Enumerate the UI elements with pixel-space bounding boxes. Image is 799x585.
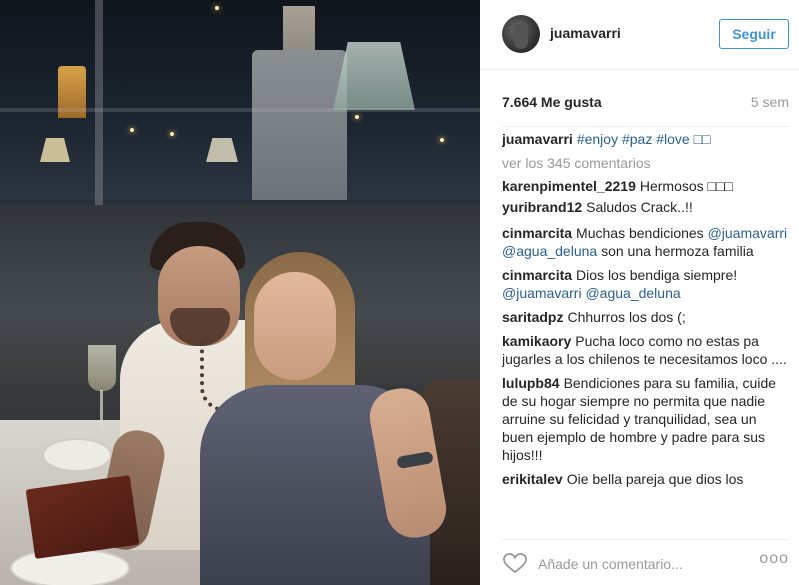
city-light: [440, 138, 444, 142]
comment: cinmarcita Dios los bendiga siempre! @jua…: [502, 266, 789, 302]
comments-list: juamavarri #enjoy #paz #love □□ ver los 3…: [502, 130, 789, 530]
caption: juamavarri #enjoy #paz #love □□: [502, 130, 789, 148]
comment-text: Dios los bendiga siempre!: [576, 267, 738, 283]
comment-text: Chhurros los dos (;: [567, 309, 686, 325]
comment-author[interactable]: karenpimentel_2219: [502, 178, 636, 194]
city-light: [170, 132, 174, 136]
wine-glass: [88, 345, 116, 391]
more-options-icon[interactable]: ooo: [759, 550, 789, 568]
comment-author[interactable]: juamavarri: [502, 131, 573, 147]
comment-author[interactable]: kamikaory: [502, 333, 571, 349]
city-light: [130, 128, 134, 132]
comment-author[interactable]: yuribrand12: [502, 199, 582, 215]
caption-text[interactable]: #enjoy #paz #love □□: [577, 131, 711, 147]
comment-footer: ooo: [502, 539, 789, 585]
city-light: [355, 115, 359, 119]
comment: yuribrand12 Saludos Crack..!!: [502, 198, 789, 216]
comment-text: Hermosos □□□: [639, 178, 733, 194]
avatar[interactable]: [502, 15, 540, 53]
window-frame-horizontal: [0, 108, 480, 112]
comment-text-rest: son una hermoza familia: [601, 243, 754, 259]
post-age[interactable]: 5 sem: [751, 94, 789, 110]
menu-book: [25, 475, 140, 559]
comment-author[interactable]: lulupb84: [502, 375, 560, 391]
likes-count[interactable]: 7.664 Me gusta: [502, 94, 602, 110]
plate: [42, 438, 112, 472]
post-photo[interactable]: [0, 0, 480, 585]
comment-author[interactable]: erikitalev: [502, 471, 563, 487]
add-comment-input[interactable]: [538, 554, 743, 574]
comment: saritadpz Chhurros los dos (;: [502, 308, 789, 326]
comment: erikitalev Oie bella pareja que dios los: [502, 470, 789, 488]
wine-glass-stem: [100, 390, 103, 430]
view-all-comments-link[interactable]: ver los 345 comentarios: [502, 154, 789, 172]
comment-author[interactable]: saritadpz: [502, 309, 563, 325]
post-sidebar: juamavarri Seguir 7.664 Me gusta 5 sem j…: [480, 0, 799, 585]
comment-text: Oie bella pareja que dios los: [566, 471, 744, 487]
username[interactable]: juamavarri: [550, 25, 621, 41]
comment-author[interactable]: cinmarcita: [502, 267, 572, 283]
likes-row: 7.664 Me gusta 5 sem: [502, 94, 789, 114]
comment: karenpimentel_2219 Hermosos □□□: [502, 177, 789, 195]
comment-mentions[interactable]: @juamavarri @agua_deluna: [502, 285, 681, 301]
comment: lulupb84 Bendiciones para su familia, cui…: [502, 374, 789, 464]
post-header: juamavarri Seguir: [480, 0, 799, 70]
comment: cinmarcita Muchas bendiciones @juamavarri…: [502, 224, 789, 260]
comment-text: Saludos Crack..!!: [586, 199, 693, 215]
torre-del-oro: [252, 50, 347, 200]
city-light: [215, 6, 219, 10]
comment: kamikaory Pucha loco como no estas pa jug…: [502, 332, 789, 368]
heart-icon[interactable]: [502, 552, 528, 574]
divider: [502, 126, 789, 127]
follow-button[interactable]: Seguir: [719, 19, 789, 49]
comment-text: Muchas bendiciones: [576, 225, 704, 241]
woman-face: [254, 272, 336, 380]
comment-author[interactable]: cinmarcita: [502, 225, 572, 241]
